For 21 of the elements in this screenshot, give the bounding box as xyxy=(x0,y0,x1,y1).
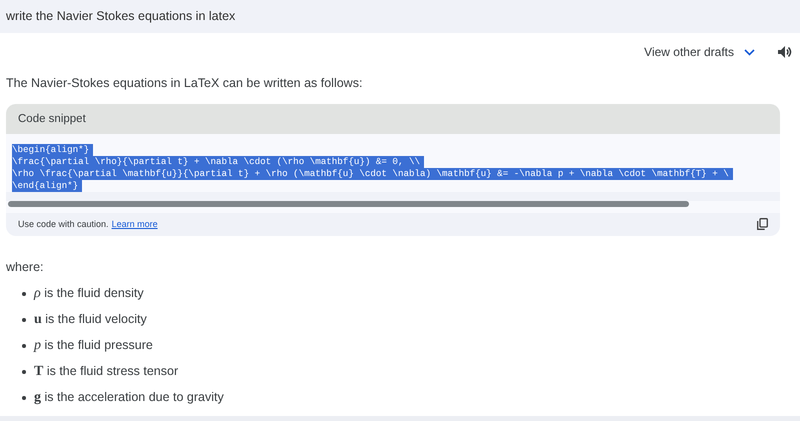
chevron-down-icon xyxy=(744,48,755,56)
learn-more-link[interactable]: Learn more xyxy=(112,219,158,229)
bullet-text: T is the fluid stress tensor xyxy=(34,364,178,380)
where-text: where: xyxy=(6,260,45,274)
bullet-icon xyxy=(22,318,26,322)
speaker-icon[interactable] xyxy=(777,45,792,59)
bullet-icon xyxy=(22,370,26,374)
bullet-text: u is the fluid velocity xyxy=(34,312,147,328)
bullet-icon xyxy=(22,292,26,296)
bullet-icon xyxy=(22,396,26,400)
horizontal-scrollbar[interactable] xyxy=(8,201,690,207)
prompt-text: write the Navier Stokes equations in latex xyxy=(6,9,236,23)
bullet-text: ρ is the fluid density xyxy=(34,286,144,302)
caution-label: Use code with caution. xyxy=(18,219,109,229)
bullet-icon xyxy=(22,344,26,348)
bullet-text: p is the fluid pressure xyxy=(34,338,153,354)
bullet-text: g is the acceleration due to gravity xyxy=(34,390,224,406)
view-drafts-button[interactable]: View other drafts xyxy=(644,45,755,59)
intro-text: The Navier-Stokes equations in LaTeX can be written as follows: xyxy=(6,76,364,90)
copy-icon[interactable] xyxy=(757,218,768,230)
code-header: Code snippet xyxy=(6,104,780,134)
